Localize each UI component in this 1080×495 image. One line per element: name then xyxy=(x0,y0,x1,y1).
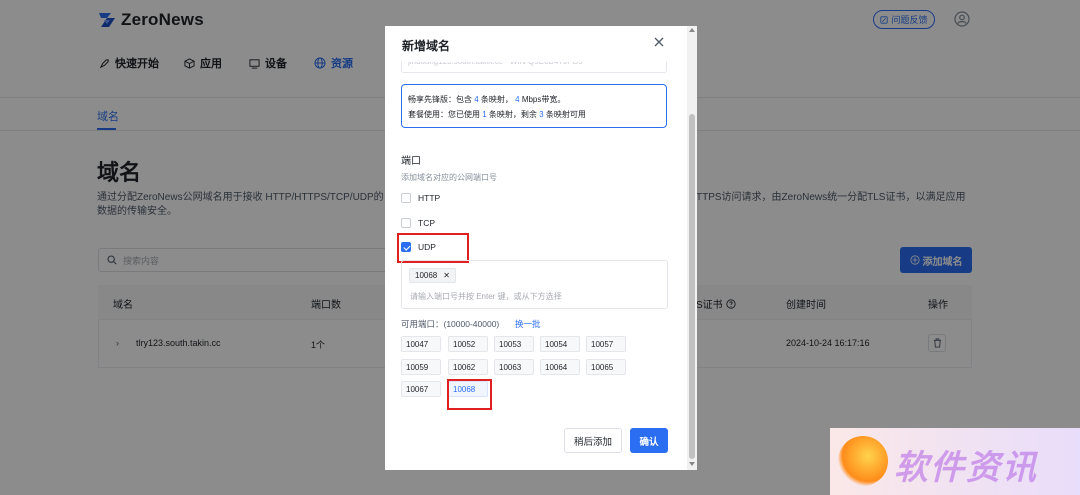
info-text: 条映射，剩余 xyxy=(486,110,540,119)
plan-info-box: 畅享先锋版：包含 4 条映射， 4 Mbps带宽。 套餐使用：您已使用 1 条映… xyxy=(401,84,667,128)
scrollbar-thumb[interactable] xyxy=(689,114,695,459)
usage-info-line: 套餐使用：您已使用 1 条映射，剩余 3 条映射可用 xyxy=(408,107,660,122)
selected-port-highlight-box xyxy=(447,379,492,410)
port-option[interactable]: 10052 xyxy=(448,336,488,352)
port-option[interactable]: 10057 xyxy=(586,336,626,352)
info-text: 条映射， xyxy=(478,95,516,104)
watermark-logo-icon xyxy=(838,436,888,486)
checkbox-box[interactable] xyxy=(401,193,411,203)
info-text: Mbps带宽。 xyxy=(519,95,566,104)
add-later-button[interactable]: 稍后添加 xyxy=(564,428,622,453)
checkbox-label: TCP xyxy=(418,218,435,228)
refresh-ports-link[interactable]: 换一批 xyxy=(515,318,541,330)
udp-highlight-box xyxy=(397,233,469,263)
confirm-button[interactable]: 确认 xyxy=(630,428,668,453)
checkbox-label: HTTP xyxy=(418,193,441,203)
port-option[interactable]: 10064 xyxy=(540,359,580,375)
port-option[interactable]: 10062 xyxy=(448,359,488,375)
port-input-placeholder: 请输入端口号并按 Enter 键，或从下方选择 xyxy=(410,292,562,301)
port-option[interactable]: 10059 xyxy=(401,359,441,375)
port-section-heading: 端口 xyxy=(401,156,421,167)
protocol-http-checkbox[interactable]: HTTP xyxy=(401,190,440,206)
tag-close-icon[interactable]: ✕ xyxy=(443,271,450,280)
checkbox-box[interactable] xyxy=(401,218,411,228)
add-domain-dialog: 新增域名 jinduong123.south.takin.cc - WIN-Q5… xyxy=(385,26,697,470)
domain-device-field[interactable]: jinduong123.south.takin.cc - WIN-Q5E0B4T… xyxy=(401,62,667,73)
info-text: 畅享先锋版：包含 xyxy=(408,95,475,104)
scroll-up-arrow-icon[interactable] xyxy=(689,28,695,32)
port-option[interactable]: 10047 xyxy=(401,336,441,352)
plan-info-line: 畅享先锋版：包含 4 条映射， 4 Mbps带宽。 xyxy=(408,92,660,107)
close-icon[interactable] xyxy=(653,36,665,48)
available-ports-label: 可用端口：(10000-40000) xyxy=(401,319,500,329)
port-section-hint: 添加域名对应的公网端口号 xyxy=(401,173,497,182)
info-text: 条映射可用 xyxy=(543,110,586,119)
selected-port-tag: 10068 ✕ xyxy=(409,268,456,283)
dialog-title: 新增域名 xyxy=(402,39,451,53)
dialog-body: jinduong123.south.takin.cc - WIN-Q5E0B4T… xyxy=(385,62,687,470)
watermark-text: 软件资讯 xyxy=(894,449,1038,487)
port-option[interactable]: 10063 xyxy=(494,359,534,375)
info-text: 套餐使用：您已使用 xyxy=(408,110,483,119)
watermark: 软件资讯 xyxy=(830,428,1080,495)
dialog-scrollbar[interactable] xyxy=(687,26,697,470)
port-option[interactable]: 10053 xyxy=(494,336,534,352)
scroll-down-arrow-icon[interactable] xyxy=(689,462,695,466)
port-option[interactable]: 10054 xyxy=(540,336,580,352)
port-option[interactable]: 10065 xyxy=(586,359,626,375)
port-option[interactable]: 10067 xyxy=(401,381,441,397)
protocol-tcp-checkbox[interactable]: TCP xyxy=(401,215,435,231)
tag-label: 10068 xyxy=(415,271,438,280)
